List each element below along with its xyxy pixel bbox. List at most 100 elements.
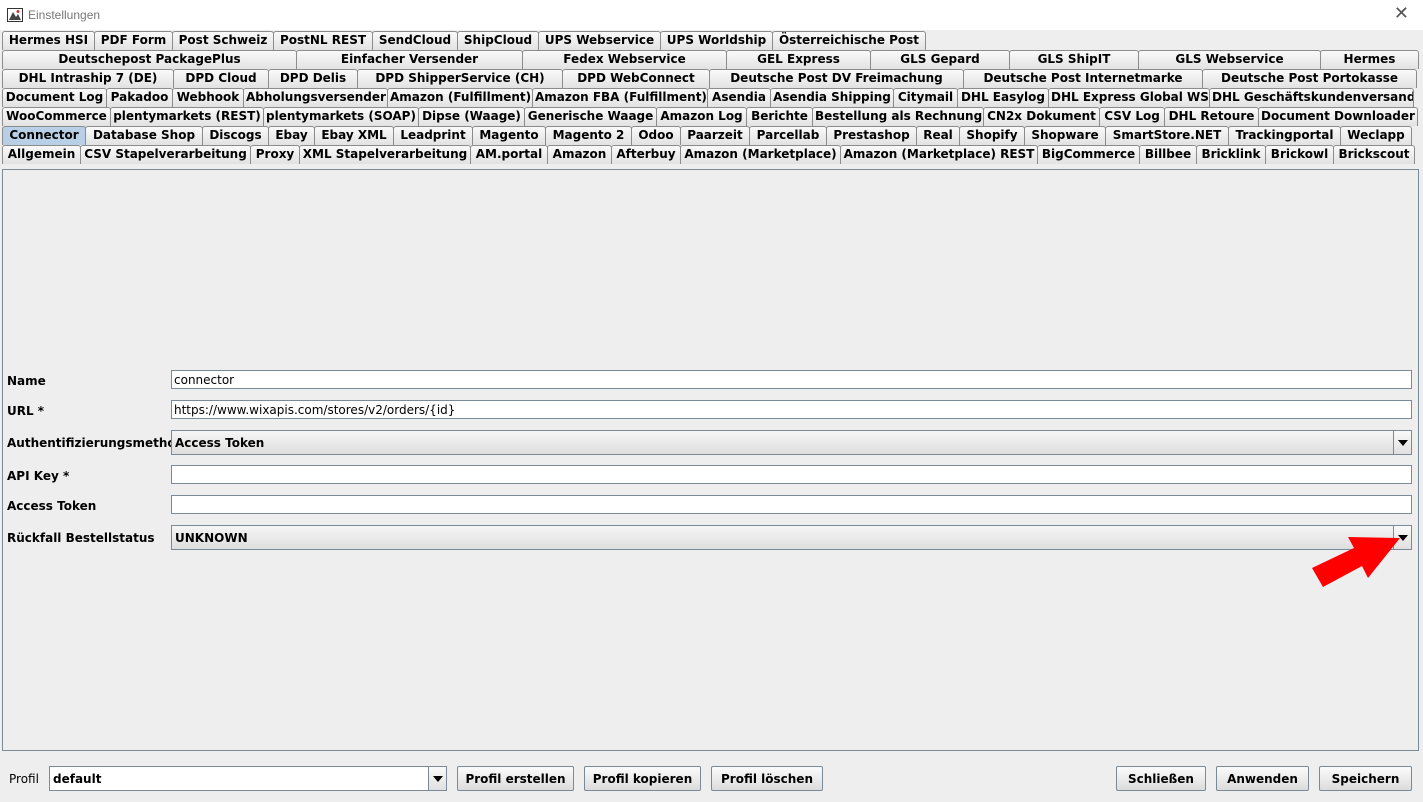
tab-sendcloud[interactable]: SendCloud [372, 31, 458, 50]
tab-fedex-webservice[interactable]: Fedex Webservice [522, 50, 727, 69]
bottom-bar: Profil default Profil erstellen Profil k… [0, 752, 1423, 802]
close-icon[interactable]: ✕ [1394, 4, 1409, 24]
tab-afterbuy[interactable]: Afterbuy [611, 145, 681, 164]
tab-post-schweiz[interactable]: Post Schweiz [172, 31, 274, 50]
tab-dhl-easylog[interactable]: DHL Easylog [957, 88, 1049, 107]
tab-gls-shipit[interactable]: GLS ShipIT [1009, 50, 1139, 69]
tab-dhl-intraship-7-de[interactable]: DHL Intraship 7 (DE) [2, 69, 174, 88]
tab-plentymarkets-rest[interactable]: plentymarkets (REST) [110, 107, 264, 126]
tab-brickscout[interactable]: Brickscout [1333, 145, 1415, 164]
tab-amazon-marketplace[interactable]: Amazon (Marketplace) [680, 145, 841, 164]
tab-amazon-marketplace-rest[interactable]: Amazon (Marketplace) REST [840, 145, 1038, 164]
chevron-down-icon[interactable] [1393, 431, 1411, 454]
tab-ups-worldship[interactable]: UPS Worldship [660, 31, 773, 50]
close-button[interactable]: Schließen [1116, 766, 1206, 791]
tab-deutsche-post-internetmarke[interactable]: Deutsche Post Internetmarke [963, 69, 1203, 88]
tab-real[interactable]: Real [916, 126, 960, 145]
tab-asendia[interactable]: Asendia [707, 88, 771, 107]
tab-woocommerce[interactable]: WooCommerce [2, 107, 111, 126]
name-field[interactable] [171, 370, 1412, 389]
profil-select[interactable]: default [49, 766, 447, 791]
access-token-field[interactable] [171, 495, 1412, 514]
tab-postnl-rest[interactable]: PostNL REST [273, 31, 373, 50]
tab-paarzeit[interactable]: Paarzeit [680, 126, 750, 145]
tab-deutsche-post-dv-freimachung[interactable]: Deutsche Post DV Freimachung [709, 69, 964, 88]
tab-deutsche-post-portokasse[interactable]: Deutsche Post Portokasse [1202, 69, 1417, 88]
apply-button[interactable]: Anwenden [1216, 766, 1309, 791]
tab-bigcommerce[interactable]: BigCommerce [1037, 145, 1140, 164]
tab-ebay-xml[interactable]: Ebay XML [314, 126, 394, 145]
tab-dpd-cloud[interactable]: DPD Cloud [173, 69, 269, 88]
tab-abholungsversender[interactable]: Abholungsversender [243, 88, 388, 107]
tab-weclapp[interactable]: Weclapp [1340, 126, 1412, 145]
tab-berichte[interactable]: Berichte [746, 107, 813, 126]
tab-dpd-shipperservice-ch[interactable]: DPD ShipperService (CH) [357, 69, 563, 88]
tab-generische-waage[interactable]: Generische Waage [524, 107, 657, 126]
tab-proxy[interactable]: Proxy [250, 145, 300, 164]
tab-hermes[interactable]: Hermes [1320, 50, 1419, 69]
tab-shopify[interactable]: Shopify [959, 126, 1025, 145]
tab-ups-webservice[interactable]: UPS Webservice [538, 31, 661, 50]
api-key-field[interactable] [171, 465, 1412, 484]
tab-bestellung-als-rechnung[interactable]: Bestellung als Rechnung [812, 107, 984, 126]
tab-odoo[interactable]: Odoo [631, 126, 681, 145]
tab-document-log[interactable]: Document Log [2, 88, 107, 107]
tab-xml-stapelverarbeitung[interactable]: XML Stapelverarbeitung [299, 145, 471, 164]
delete-profile-button[interactable]: Profil löschen [711, 766, 823, 791]
tab-csv-log[interactable]: CSV Log [1099, 107, 1165, 126]
tab-smartstore-net[interactable]: SmartStore.NET [1105, 126, 1229, 145]
tab-shipcloud[interactable]: ShipCloud [457, 31, 539, 50]
tab-brickowl[interactable]: Brickowl [1265, 145, 1334, 164]
tab-leadprint[interactable]: Leadprint [393, 126, 473, 145]
tab-plentymarkets-soap[interactable]: plentymarkets (SOAP) [263, 107, 419, 126]
auth-method-label: Authentifizierungsmethode [7, 436, 193, 450]
tab-magento-2[interactable]: Magento 2 [545, 126, 632, 145]
tab-amazon-log[interactable]: Amazon Log [656, 107, 747, 126]
copy-profile-button[interactable]: Profil kopieren [584, 766, 701, 791]
tab-trackingportal[interactable]: Trackingportal [1228, 126, 1341, 145]
tab-österreichische-post[interactable]: Österreichische Post [772, 31, 926, 50]
access-token-label: Access Token [7, 499, 97, 513]
tab-gls-gepard[interactable]: GLS Gepard [870, 50, 1010, 69]
tab-pdf-form[interactable]: PDF Form [94, 31, 173, 50]
tab-allgemein[interactable]: Allgemein [2, 145, 81, 164]
tab-gel-express[interactable]: GEL Express [726, 50, 871, 69]
tab-cn2x-dokument[interactable]: CN2x Dokument [983, 107, 1100, 126]
tab-dhl-geschäftskundenversand[interactable]: DHL Geschäftskundenversand [1209, 88, 1414, 107]
tab-dhl-express-global-ws[interactable]: DHL Express Global WS [1048, 88, 1210, 107]
tab-citymail[interactable]: Citymail [893, 88, 958, 107]
tab-hermes-hsi[interactable]: Hermes HSI [2, 31, 95, 50]
tab-amazon-fulfillment[interactable]: Amazon (Fulfillment) [387, 88, 533, 107]
tab-billbee[interactable]: Billbee [1139, 145, 1197, 164]
tab-webhook[interactable]: Webhook [172, 88, 244, 107]
chevron-down-icon[interactable] [428, 767, 446, 790]
tab-dhl-retoure[interactable]: DHL Retoure [1164, 107, 1259, 126]
tab-amazon-fba-fulfillment[interactable]: Amazon FBA (Fulfillment) [532, 88, 708, 107]
tab-document-downloader[interactable]: Document Downloader [1258, 107, 1418, 126]
tab-bricklink[interactable]: Bricklink [1196, 145, 1266, 164]
auth-method-select[interactable]: Access Token [171, 430, 1412, 455]
tab-csv-stapelverarbeitung[interactable]: CSV Stapelverarbeitung [80, 145, 251, 164]
tab-einfacher-versender[interactable]: Einfacher Versender [296, 50, 523, 69]
tab-dpd-delis[interactable]: DPD Delis [268, 69, 358, 88]
tab-dipse-waage[interactable]: Dipse (Waage) [418, 107, 525, 126]
tab-deutschepost-packageplus[interactable]: Deutschepost PackagePlus [2, 50, 297, 69]
tab-am-portal[interactable]: AM.portal [470, 145, 548, 164]
tab-pakadoo[interactable]: Pakadoo [106, 88, 173, 107]
tab-magento[interactable]: Magento [472, 126, 546, 145]
tab-database-shop[interactable]: Database Shop [85, 126, 203, 145]
save-button[interactable]: Speichern [1319, 766, 1412, 791]
tab-parcellab[interactable]: Parcellab [749, 126, 827, 145]
tab-prestashop[interactable]: Prestashop [826, 126, 917, 145]
create-profile-button[interactable]: Profil erstellen [457, 766, 574, 791]
tab-shopware[interactable]: Shopware [1024, 126, 1106, 145]
tab-gls-webservice[interactable]: GLS Webservice [1138, 50, 1321, 69]
tab-connector[interactable]: Connector [2, 126, 86, 145]
fallback-status-select[interactable]: UNKNOWN [171, 525, 1412, 550]
tab-asendia-shipping[interactable]: Asendia Shipping [770, 88, 894, 107]
tab-ebay[interactable]: Ebay [268, 126, 315, 145]
tab-amazon[interactable]: Amazon [547, 145, 612, 164]
url-field[interactable] [171, 400, 1412, 419]
tab-dpd-webconnect[interactable]: DPD WebConnect [562, 69, 710, 88]
tab-discogs[interactable]: Discogs [202, 126, 269, 145]
